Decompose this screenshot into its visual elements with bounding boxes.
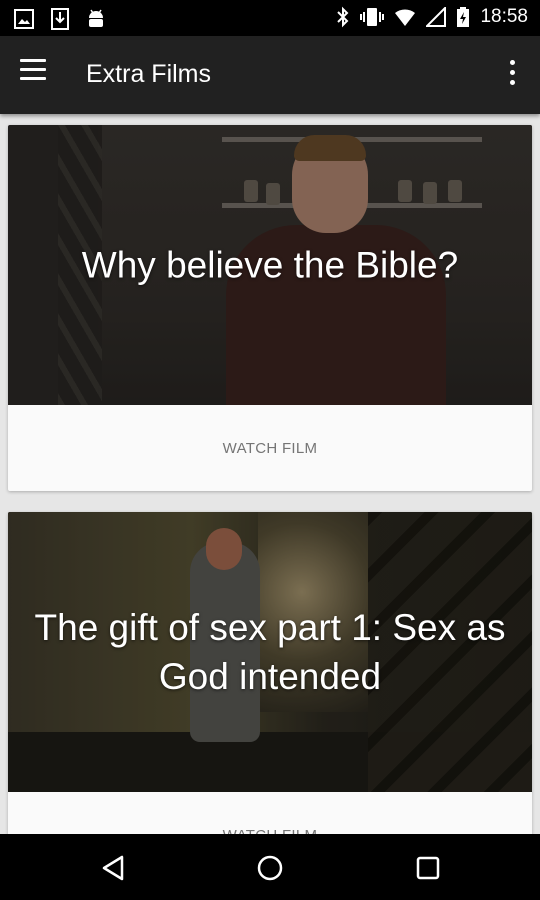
wifi-icon — [395, 9, 416, 26]
bluetooth-icon — [337, 6, 349, 28]
watch-film-button[interactable]: WATCH FILM — [8, 792, 532, 835]
recents-icon[interactable] — [412, 852, 444, 884]
clock: 18:58 — [480, 6, 528, 27]
film-thumbnail[interactable]: The gift of sex part 1: Sex as God inten… — [8, 512, 532, 792]
home-icon[interactable] — [254, 852, 286, 884]
hamburger-menu-icon[interactable] — [20, 59, 56, 91]
film-thumbnail[interactable]: Why believe the Bible? — [8, 125, 532, 405]
status-bar: 18:58 — [0, 0, 540, 36]
film-card[interactable]: Why believe the Bible? WATCH FILM — [8, 125, 532, 491]
image-icon — [14, 9, 34, 29]
signal-icon — [426, 7, 447, 27]
more-vert-icon[interactable] — [502, 60, 522, 90]
film-title: The gift of sex part 1: Sex as God inten… — [34, 607, 506, 697]
film-title: Why believe the Bible? — [81, 244, 459, 286]
app-bar: Extra Films — [0, 36, 540, 114]
film-list[interactable]: Why believe the Bible? WATCH FILM The gi… — [0, 114, 540, 834]
android-icon — [89, 9, 103, 27]
watch-film-button[interactable]: WATCH FILM — [8, 405, 532, 491]
vibrate-icon — [360, 8, 385, 26]
back-icon[interactable] — [98, 852, 130, 884]
download-icon — [51, 8, 69, 30]
battery-charging-icon — [457, 7, 470, 27]
film-card[interactable]: The gift of sex part 1: Sex as God inten… — [8, 512, 532, 834]
page-title: Extra Films — [86, 60, 211, 88]
navigation-bar — [0, 834, 540, 900]
